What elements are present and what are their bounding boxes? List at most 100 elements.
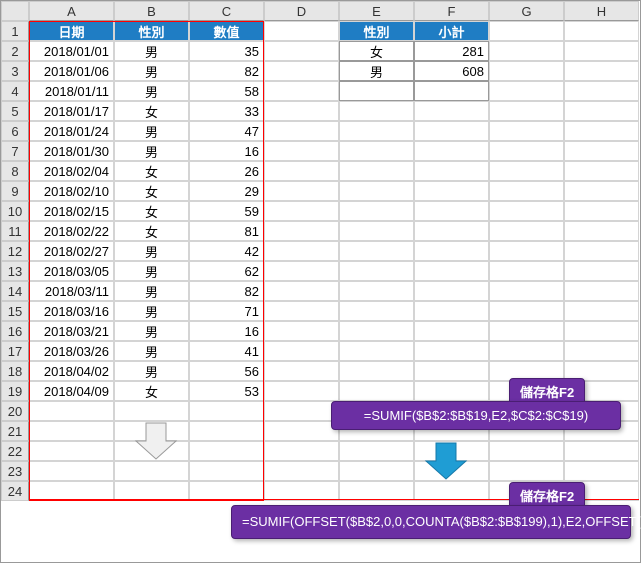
data-date-5[interactable]: 2018/01/17: [29, 101, 114, 121]
cell-H5[interactable]: [564, 101, 639, 121]
data-value-10[interactable]: 59: [189, 201, 264, 221]
cell-D15[interactable]: [264, 301, 339, 321]
corner-cell[interactable]: [1, 1, 29, 21]
data-gender-19[interactable]: 女: [114, 381, 189, 401]
summary-gender-2[interactable]: 女: [339, 41, 414, 61]
cell-D12[interactable]: [264, 241, 339, 261]
data-gender-18[interactable]: 男: [114, 361, 189, 381]
data-gender-5[interactable]: 女: [114, 101, 189, 121]
data-date-19[interactable]: 2018/04/09: [29, 381, 114, 401]
data-date-2[interactable]: 2018/01/01: [29, 41, 114, 61]
cell-D11[interactable]: [264, 221, 339, 241]
cell-F7[interactable]: [414, 141, 489, 161]
data-gender-11[interactable]: 女: [114, 221, 189, 241]
cell-E23[interactable]: [339, 461, 414, 481]
row-header-15[interactable]: 15: [1, 301, 29, 321]
cell-H4[interactable]: [564, 81, 639, 101]
cell-F12[interactable]: [414, 241, 489, 261]
col-header-C[interactable]: C: [189, 1, 264, 21]
data-date-14[interactable]: 2018/03/11: [29, 281, 114, 301]
cell-E8[interactable]: [339, 161, 414, 181]
cell-G22[interactable]: [489, 441, 564, 461]
cell-F9[interactable]: [414, 181, 489, 201]
row-header-4[interactable]: 4: [1, 81, 29, 101]
data-date-9[interactable]: 2018/02/10: [29, 181, 114, 201]
cell-D24[interactable]: [264, 481, 339, 501]
row-header-20[interactable]: 20: [1, 401, 29, 421]
cell-D9[interactable]: [264, 181, 339, 201]
cell-D16[interactable]: [264, 321, 339, 341]
cell-A23[interactable]: [29, 461, 114, 481]
data-value-13[interactable]: 62: [189, 261, 264, 281]
data-value-8[interactable]: 26: [189, 161, 264, 181]
data-value-11[interactable]: 81: [189, 221, 264, 241]
data-value-9[interactable]: 29: [189, 181, 264, 201]
cell-H7[interactable]: [564, 141, 639, 161]
row-header-8[interactable]: 8: [1, 161, 29, 181]
cell-E9[interactable]: [339, 181, 414, 201]
row-header-7[interactable]: 7: [1, 141, 29, 161]
row-header-23[interactable]: 23: [1, 461, 29, 481]
cell-G13[interactable]: [489, 261, 564, 281]
cell-E11[interactable]: [339, 221, 414, 241]
cell-D1[interactable]: [264, 21, 339, 41]
cell-H17[interactable]: [564, 341, 639, 361]
data-value-18[interactable]: 56: [189, 361, 264, 381]
cell-G2[interactable]: [489, 41, 564, 61]
cell-D21[interactable]: [264, 421, 339, 441]
data-gender-12[interactable]: 男: [114, 241, 189, 261]
data-value-3[interactable]: 82: [189, 61, 264, 81]
col-header-D[interactable]: D: [264, 1, 339, 21]
cell-E24[interactable]: [339, 481, 414, 501]
row-header-22[interactable]: 22: [1, 441, 29, 461]
row-header-13[interactable]: 13: [1, 261, 29, 281]
cell-H6[interactable]: [564, 121, 639, 141]
row-header-11[interactable]: 11: [1, 221, 29, 241]
cell-G14[interactable]: [489, 281, 564, 301]
cell-H14[interactable]: [564, 281, 639, 301]
cell-F16[interactable]: [414, 321, 489, 341]
cell-D6[interactable]: [264, 121, 339, 141]
cell-E7[interactable]: [339, 141, 414, 161]
data-value-17[interactable]: 41: [189, 341, 264, 361]
cell-E4[interactable]: [339, 81, 414, 101]
cell-D8[interactable]: [264, 161, 339, 181]
row-header-18[interactable]: 18: [1, 361, 29, 381]
data-date-17[interactable]: 2018/03/26: [29, 341, 114, 361]
cell-E18[interactable]: [339, 361, 414, 381]
cell-H8[interactable]: [564, 161, 639, 181]
cell-F8[interactable]: [414, 161, 489, 181]
data-date-16[interactable]: 2018/03/21: [29, 321, 114, 341]
cell-F6[interactable]: [414, 121, 489, 141]
row-header-3[interactable]: 3: [1, 61, 29, 81]
cell-B23[interactable]: [114, 461, 189, 481]
data-value-16[interactable]: 16: [189, 321, 264, 341]
cell-F15[interactable]: [414, 301, 489, 321]
row-header-16[interactable]: 16: [1, 321, 29, 341]
row-header-10[interactable]: 10: [1, 201, 29, 221]
data-date-7[interactable]: 2018/01/30: [29, 141, 114, 161]
cell-C23[interactable]: [189, 461, 264, 481]
cell-F11[interactable]: [414, 221, 489, 241]
data-date-11[interactable]: 2018/02/22: [29, 221, 114, 241]
summary-value-2[interactable]: 281: [414, 41, 489, 61]
col-header-G[interactable]: G: [489, 1, 564, 21]
cell-D10[interactable]: [264, 201, 339, 221]
cell-D2[interactable]: [264, 41, 339, 61]
cell-F14[interactable]: [414, 281, 489, 301]
cell-E19[interactable]: [339, 381, 414, 401]
cell-H1[interactable]: [564, 21, 639, 41]
cell-H15[interactable]: [564, 301, 639, 321]
data-value-12[interactable]: 42: [189, 241, 264, 261]
row-header-1[interactable]: 1: [1, 21, 29, 41]
row-header-17[interactable]: 17: [1, 341, 29, 361]
cell-F19[interactable]: [414, 381, 489, 401]
cell-F4[interactable]: [414, 81, 489, 101]
cell-E22[interactable]: [339, 441, 414, 461]
cell-G7[interactable]: [489, 141, 564, 161]
data-value-14[interactable]: 82: [189, 281, 264, 301]
cell-A21[interactable]: [29, 421, 114, 441]
data-date-13[interactable]: 2018/03/05: [29, 261, 114, 281]
col-header-A[interactable]: A: [29, 1, 114, 21]
cell-C20[interactable]: [189, 401, 264, 421]
